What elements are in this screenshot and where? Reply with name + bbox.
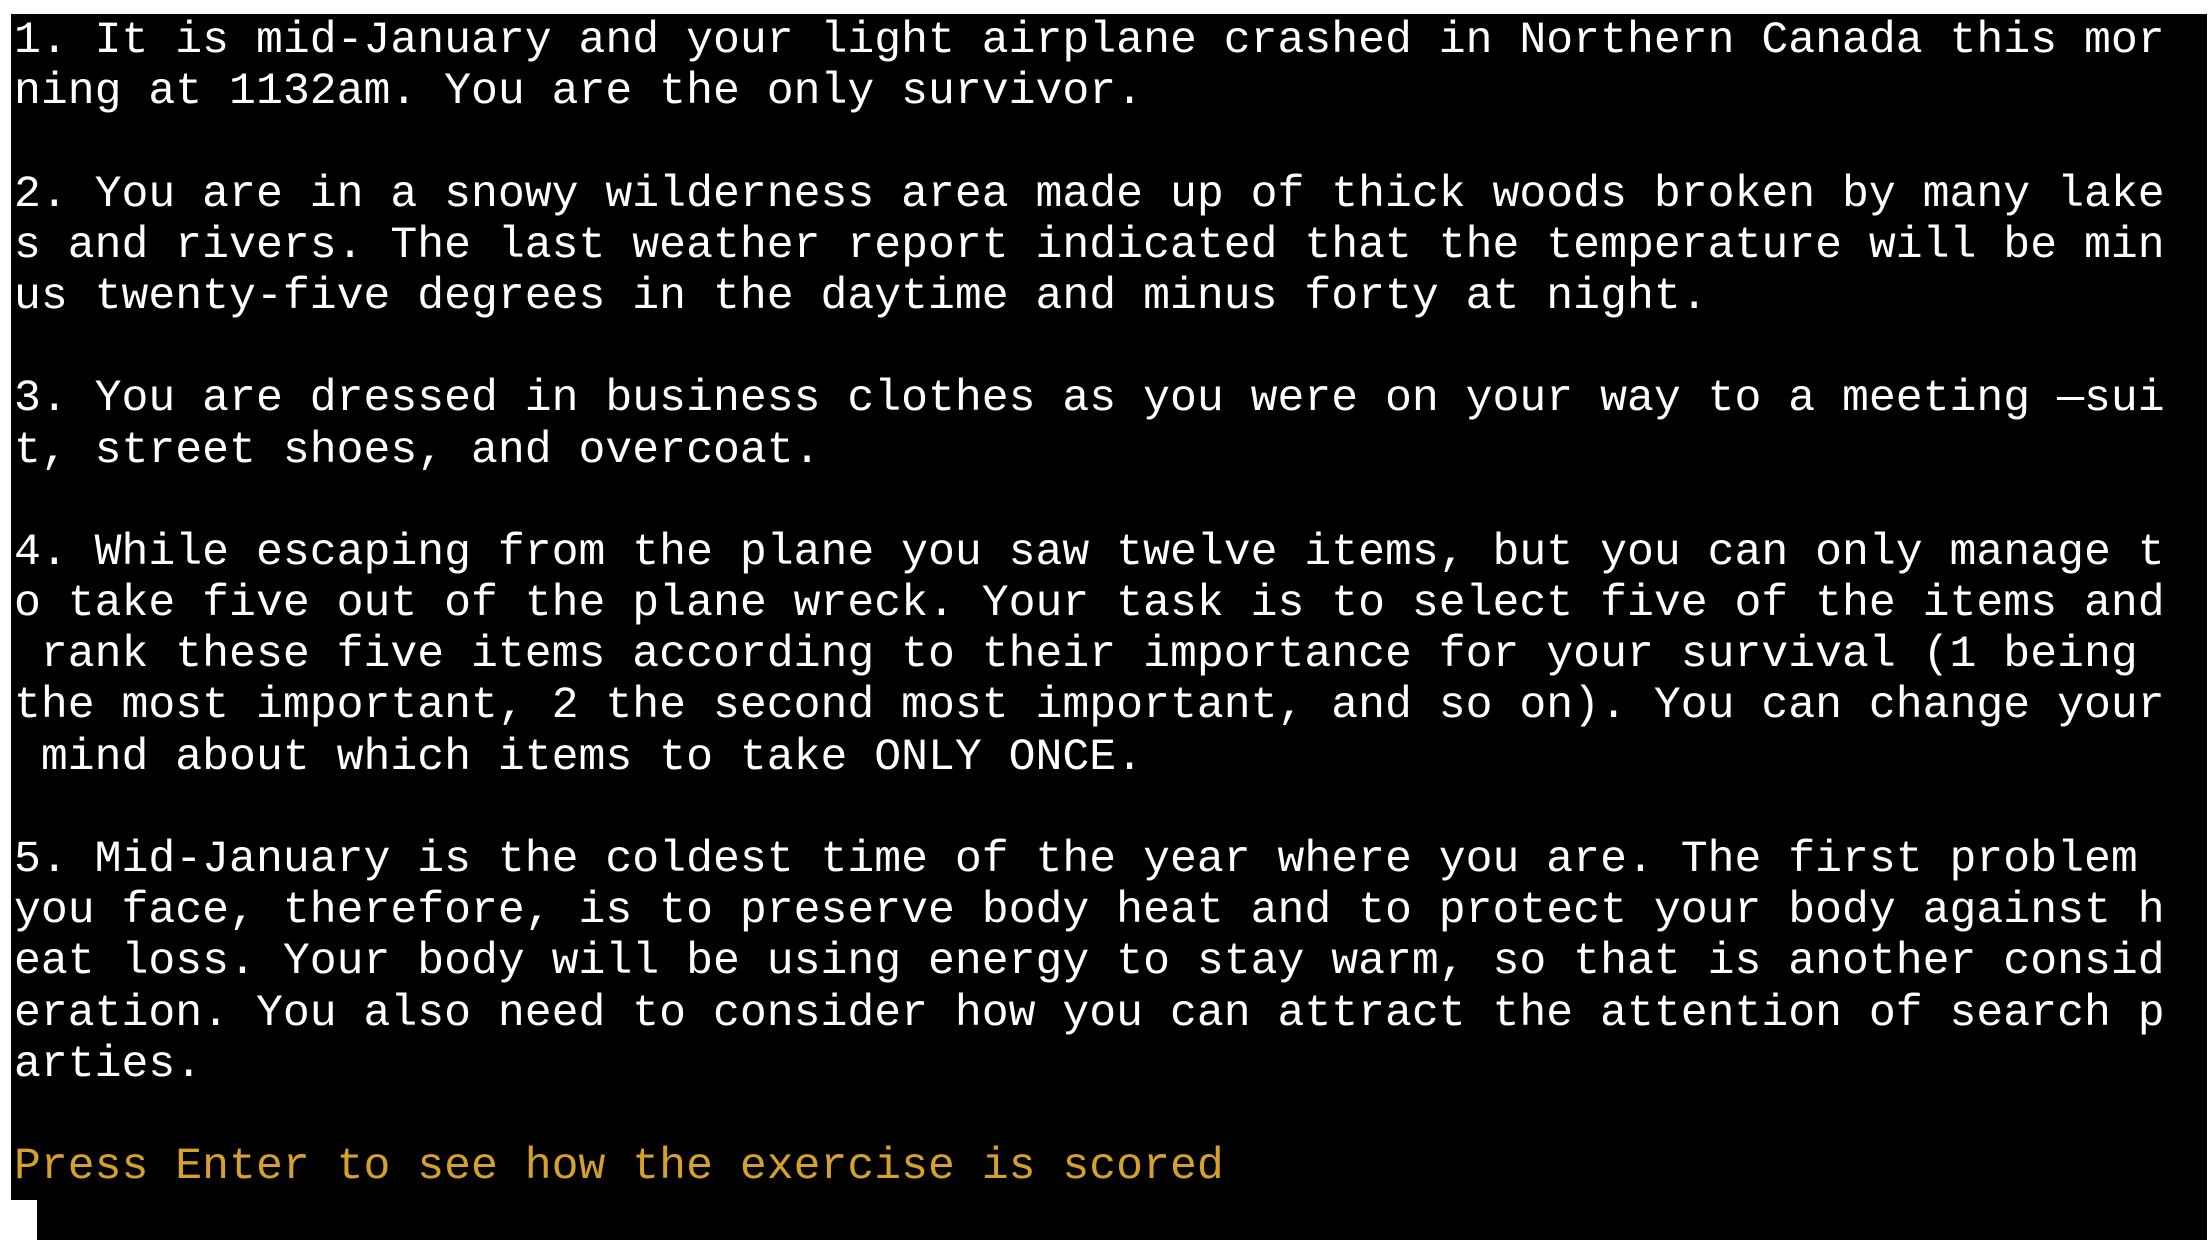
- terminal-line: you face, therefore, is to preserve body…: [14, 886, 2165, 937]
- terminal-line: mind about which items to take ONLY ONCE…: [14, 732, 1144, 783]
- terminal-line: eration. You also need to consider how y…: [14, 988, 2165, 1039]
- terminal-line: 5. Mid-January is the coldest time of th…: [14, 835, 2138, 885]
- terminal-line: s and rivers. The last weather report in…: [14, 220, 2165, 271]
- terminal-line: eat loss. Your body will be using energy…: [14, 937, 2165, 988]
- terminal-line: us twenty-five degrees in the daytime an…: [14, 271, 1708, 322]
- terminal-window[interactable]: 1. It is mid-January and your light airp…: [11, 14, 2207, 1240]
- terminal-line: t, street shoes, and overcoat.: [14, 425, 821, 476]
- terminal-line: the most important, 2 the second most im…: [14, 681, 2165, 732]
- terminal-line: 2. You are in a snowy wilderness area ma…: [14, 169, 2165, 220]
- terminal-line: ning at 1132am. You are the only survivo…: [14, 67, 1144, 118]
- terminal-line: 3. You are dressed in business clothes a…: [14, 374, 2165, 425]
- terminal-line: 4. While escaping from the plane you saw…: [14, 527, 2165, 578]
- terminal-line: rank these five items according to their…: [14, 630, 2138, 681]
- terminal-line: arties.: [14, 1039, 203, 1090]
- cursor-block: [11, 1200, 37, 1240]
- terminal-output: 1. It is mid-January and your light airp…: [14, 16, 2200, 1193]
- press-enter-prompt: Press Enter to see how the exercise is s…: [14, 1142, 1224, 1193]
- terminal-line: 1. It is mid-January and your light airp…: [14, 16, 2165, 66]
- terminal-line: o take five out of the plane wreck. Your…: [14, 579, 2165, 630]
